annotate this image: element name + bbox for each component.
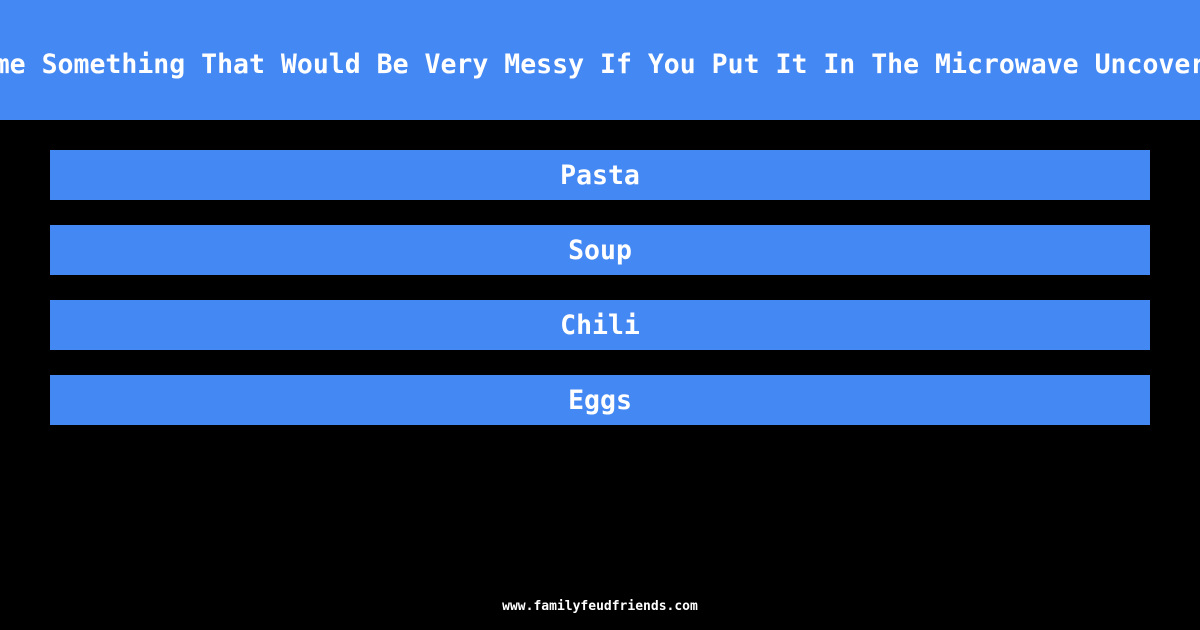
answer-bar: Eggs — [50, 375, 1150, 425]
answer-list: Pasta Soup Chili Eggs — [50, 150, 1150, 450]
question-title: Name Something That Would Be Very Messy … — [0, 49, 1200, 80]
site-url: www.familyfeudfriends.com — [502, 599, 698, 614]
question-banner: Name Something That Would Be Very Messy … — [0, 0, 1200, 120]
answer-label: Soup — [568, 234, 632, 266]
answer-bar: Pasta — [50, 150, 1150, 200]
answer-bar: Chili — [50, 300, 1150, 350]
answer-label: Chili — [560, 309, 640, 341]
answer-label: Eggs — [568, 384, 632, 416]
answer-bar: Soup — [50, 225, 1150, 275]
answer-label: Pasta — [560, 159, 640, 191]
